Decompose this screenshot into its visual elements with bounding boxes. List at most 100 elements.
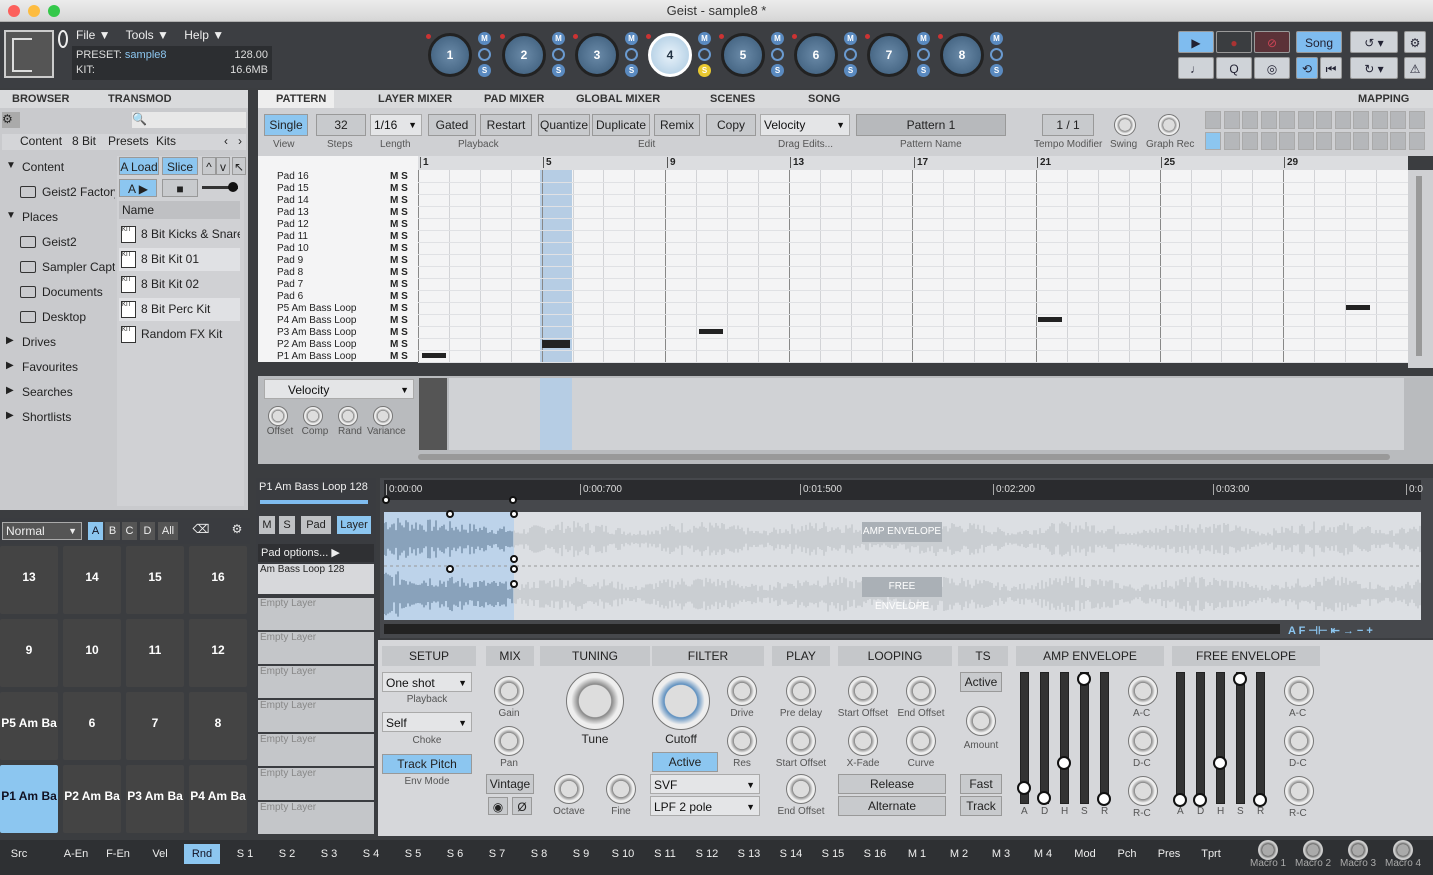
- pad-select-5[interactable]: 5: [721, 33, 765, 77]
- pad-solo-icon[interactable]: S: [552, 64, 565, 77]
- empty-layer-slot[interactable]: Empty Layer: [258, 768, 374, 800]
- pan-knob[interactable]: [494, 726, 524, 756]
- pad-p3-am-ba[interactable]: P3 Am Ba: [126, 765, 184, 833]
- tab-transmod[interactable]: TRANSMOD: [108, 93, 172, 105]
- mod-tab-s15[interactable]: S 15: [814, 844, 852, 864]
- pattern-slot[interactable]: [1279, 132, 1295, 150]
- alternate-button[interactable]: Alternate: [838, 796, 946, 816]
- tree-expand-icon[interactable]: ▶: [6, 410, 14, 421]
- macro-knob[interactable]: [1393, 840, 1413, 860]
- tab-layer-mixer[interactable]: LAYER MIXER: [378, 93, 452, 105]
- pad-target-icon[interactable]: [625, 48, 638, 61]
- empty-layer-slot[interactable]: Empty Layer: [258, 598, 374, 630]
- back-arrow-icon[interactable]: ‹: [224, 134, 228, 148]
- octave-knob[interactable]: [554, 774, 584, 804]
- row-mute-solo[interactable]: M S: [390, 171, 408, 182]
- pad-p5-am-ba[interactable]: P5 Am Ba: [0, 692, 58, 760]
- envelope-slider-handle[interactable]: [1253, 793, 1267, 807]
- pattern-slot[interactable]: [1242, 111, 1258, 129]
- layer-button-s[interactable]: S: [279, 516, 295, 534]
- pad-target-icon[interactable]: [844, 48, 857, 61]
- envelope-slider-handle[interactable]: [1233, 672, 1247, 686]
- menu-tools[interactable]: Tools ▼: [126, 28, 169, 42]
- envelope-slider-handle[interactable]: [1213, 756, 1227, 770]
- drive-knob[interactable]: [727, 676, 757, 706]
- mod-tab-pres[interactable]: Pres: [1150, 844, 1188, 864]
- mod-tab-s5[interactable]: S 5: [394, 844, 432, 864]
- envelope-handle[interactable]: [446, 565, 454, 573]
- mod-tab-s6[interactable]: S 6: [436, 844, 474, 864]
- mod-tab-mod[interactable]: Mod: [1066, 844, 1104, 864]
- pad-solo-icon[interactable]: S: [917, 64, 930, 77]
- breadcrumb-content[interactable]: Content: [20, 134, 62, 148]
- record-loop-button[interactable]: ⊘: [1254, 31, 1290, 53]
- pre-delay-knob[interactable]: [786, 676, 816, 706]
- pad-select-1[interactable]: 1: [428, 33, 472, 77]
- pad-select-3[interactable]: 3: [575, 33, 619, 77]
- pad-select-7[interactable]: 7: [867, 33, 911, 77]
- pad-settings-gear-icon[interactable]: ⚙: [228, 522, 246, 540]
- row-label[interactable]: Pad 15: [277, 183, 387, 194]
- note-block[interactable]: [422, 353, 446, 358]
- close-window-button[interactable]: [8, 5, 20, 17]
- mod-tab-s8[interactable]: S 8: [520, 844, 558, 864]
- pattern-slot[interactable]: [1408, 111, 1425, 129]
- waveform-tools[interactable]: A F ⊣⊢ ⇤ → − +: [1288, 624, 1373, 637]
- ts-active-button[interactable]: Active: [960, 672, 1002, 692]
- row-mute-solo[interactable]: M S: [390, 279, 408, 290]
- pattern-slot[interactable]: [1353, 132, 1369, 150]
- amp-envelope-label[interactable]: AMP ENVELOPE: [862, 522, 942, 542]
- pattern-slot[interactable]: [1223, 132, 1240, 150]
- pattern-slot[interactable]: [1316, 111, 1332, 129]
- envelope-curve-knob[interactable]: [1128, 726, 1158, 756]
- tree-item[interactable]: Content: [22, 160, 115, 174]
- mod-tab-vel[interactable]: Vel: [142, 844, 178, 864]
- mod-tab-f-en[interactable]: F-En: [100, 844, 136, 864]
- chevron-down-icon[interactable]: v: [216, 157, 230, 175]
- volume-knob-icon[interactable]: [58, 30, 68, 48]
- pattern-grid[interactable]: [258, 156, 1408, 362]
- tree-item[interactable]: Desktop: [42, 310, 115, 324]
- row-mute-solo[interactable]: M S: [390, 219, 408, 230]
- record-button[interactable]: ●: [1216, 31, 1252, 53]
- metronome-icon[interactable]: ♩: [1178, 57, 1214, 79]
- count-in-icon[interactable]: ◎: [1254, 57, 1290, 79]
- playback-select[interactable]: One shot: [382, 672, 472, 693]
- load-button[interactable]: A Load: [119, 157, 159, 175]
- zoom-window-button[interactable]: [48, 5, 60, 17]
- mod-tab-a-en[interactable]: A-En: [58, 844, 94, 864]
- row-label[interactable]: P2 Am Bass Loop: [277, 339, 387, 350]
- layer-button-m[interactable]: M: [259, 516, 275, 534]
- mod-tab-s2[interactable]: S 2: [268, 844, 306, 864]
- pad-select-2[interactable]: 2: [502, 33, 546, 77]
- settings-gear-icon[interactable]: ⚙: [1404, 31, 1426, 53]
- pattern-slot[interactable]: [1334, 132, 1351, 150]
- pad-mute-icon[interactable]: M: [625, 32, 638, 45]
- envelope-slider-handle[interactable]: [1017, 781, 1031, 795]
- pad-14[interactable]: 14: [63, 546, 121, 614]
- row-label[interactable]: Pad 6: [277, 291, 387, 302]
- eraser-icon[interactable]: ⌫: [192, 522, 210, 540]
- pad-target-icon[interactable]: [698, 48, 711, 61]
- row-label[interactable]: Pad 10: [277, 243, 387, 254]
- steps-stepper[interactable]: 32: [316, 114, 366, 136]
- pad-mute-icon[interactable]: M: [478, 32, 491, 45]
- pad-target-icon[interactable]: [771, 48, 784, 61]
- preset-name[interactable]: sample8: [125, 49, 167, 61]
- mod-tab-s7[interactable]: S 7: [478, 844, 516, 864]
- fine-knob[interactable]: [606, 774, 636, 804]
- tree-item[interactable]: Geist2 Factory: [42, 185, 115, 199]
- breadcrumb-presets[interactable]: Presets: [108, 134, 149, 148]
- mod-tab-s14[interactable]: S 14: [772, 844, 810, 864]
- menu-file[interactable]: File ▼: [76, 28, 111, 42]
- duplicate-button[interactable]: Duplicate: [592, 114, 650, 136]
- pad-mute-icon[interactable]: M: [698, 32, 711, 45]
- row-label[interactable]: P5 Am Bass Loop: [277, 303, 387, 314]
- row-label[interactable]: Pad 16: [277, 171, 387, 182]
- tree-item[interactable]: Documents: [42, 285, 115, 299]
- tree-item[interactable]: Sampler Capt: [42, 260, 115, 274]
- tempo-modifier-field[interactable]: 1 / 1: [1042, 114, 1094, 136]
- rewind-icon[interactable]: ⏮: [1320, 57, 1342, 79]
- tab-global-mixer[interactable]: GLOBAL MIXER: [576, 93, 660, 105]
- velocity-bar[interactable]: [419, 378, 447, 450]
